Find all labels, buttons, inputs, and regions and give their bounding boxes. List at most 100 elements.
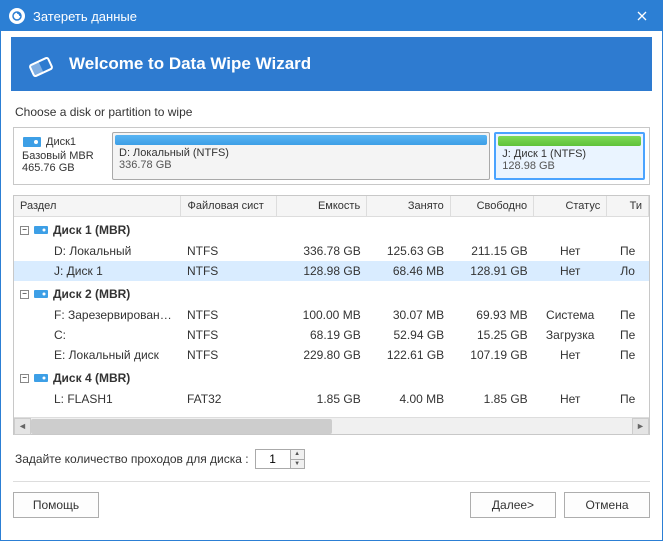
footer: Помощь Далее> Отмена [13, 481, 650, 528]
cell-capacity: 1.85 GB [277, 389, 367, 409]
partition-label: J: Диск 1 (NTFS) [498, 148, 641, 160]
cell-type: Пе [607, 345, 649, 365]
cell-free: 69.93 MB [450, 305, 533, 325]
cell-used: 68.46 MB [367, 261, 450, 281]
disk-group-row[interactable]: − Диск 2 (MBR) [14, 281, 649, 305]
close-button[interactable] [622, 1, 662, 31]
cell-free: 128.91 GB [450, 261, 533, 281]
table-header-row: Раздел Файловая сист Емкость Занято Своб… [14, 196, 649, 217]
collapse-icon[interactable]: − [20, 290, 29, 299]
partition-box[interactable]: D: Локальный (NTFS)336.78 GB [112, 132, 490, 180]
partition-row[interactable]: L: FLASH1FAT321.85 GB4.00 MB1.85 GBНетПе [14, 389, 649, 409]
cell-fs: NTFS [181, 345, 277, 365]
cell-capacity: 68.19 GB [277, 325, 367, 345]
cell-used: 122.61 GB [367, 345, 450, 365]
drive-icon [33, 224, 49, 236]
col-type[interactable]: Ти [607, 196, 649, 217]
window-title: Затереть данные [33, 9, 622, 24]
help-button[interactable]: Помощь [13, 492, 99, 518]
drive-icon [33, 288, 49, 300]
cell-label: L: FLASH1 [14, 389, 181, 409]
spin-down[interactable]: ▼ [291, 460, 304, 469]
col-used[interactable]: Занято [367, 196, 450, 217]
cell-free: 211.15 GB [450, 241, 533, 261]
partition-size: 128.98 GB [498, 160, 641, 172]
partition-row[interactable]: J: Диск 1NTFS128.98 GB68.46 MB128.91 GBН… [14, 261, 649, 281]
partition-row[interactable]: C:NTFS68.19 GB52.94 GB15.25 GBЗагрузкаПе [14, 325, 649, 345]
scroll-thumb[interactable] [31, 419, 332, 434]
cell-capacity: 336.78 GB [277, 241, 367, 261]
cell-type: Пе [607, 305, 649, 325]
partition-row[interactable]: E: Локальный дискNTFS229.80 GB122.61 GB1… [14, 345, 649, 365]
col-free[interactable]: Свободно [450, 196, 533, 217]
cell-status: Нет [534, 241, 607, 261]
cell-free: 1.85 GB [450, 389, 533, 409]
partition-box[interactable]: J: Диск 1 (NTFS)128.98 GB [494, 132, 645, 180]
collapse-icon[interactable]: − [20, 226, 29, 235]
cell-fs: NTFS [181, 241, 277, 261]
cell-used: 30.07 MB [367, 305, 450, 325]
passes-row: Задайте количество проходов для диска : … [15, 449, 648, 469]
col-status[interactable]: Статус [534, 196, 607, 217]
disk-summary: Диск1 Базовый MBR 465.76 GB [18, 132, 108, 180]
drive-icon [33, 372, 49, 384]
disk-group-label: Диск 4 (MBR) [53, 371, 130, 385]
wizard-title: Welcome to Data Wipe Wizard [69, 54, 311, 74]
spin-up[interactable]: ▲ [291, 450, 304, 460]
instruction-text: Choose a disk or partition to wipe [15, 105, 650, 119]
disk-group-label: Диск 1 (MBR) [53, 223, 130, 237]
passes-label: Задайте количество проходов для диска : [15, 452, 249, 466]
cell-label: D: Локальный [14, 241, 181, 261]
titlebar: Затереть данные [1, 1, 662, 31]
cell-status: Нет [534, 261, 607, 281]
cell-used: 52.94 GB [367, 325, 450, 345]
passes-input[interactable] [256, 450, 290, 468]
cell-label: J: Диск 1 [14, 261, 181, 281]
col-partition[interactable]: Раздел [14, 196, 181, 217]
cell-fs: NTFS [181, 261, 277, 281]
partition-row[interactable]: F: Зарезервировано си…NTFS100.00 MB30.07… [14, 305, 649, 325]
disk-group-label: Диск 2 (MBR) [53, 287, 130, 301]
scroll-right-button[interactable]: ► [632, 418, 649, 435]
cell-type: Ло [607, 261, 649, 281]
collapse-icon[interactable]: − [20, 374, 29, 383]
disk-map: Диск1 Базовый MBR 465.76 GB D: Локальный… [13, 127, 650, 185]
col-capacity[interactable]: Емкость [277, 196, 367, 217]
cell-fs: FAT32 [181, 389, 277, 409]
passes-spinner[interactable]: ▲ ▼ [255, 449, 305, 469]
usage-bar [115, 135, 487, 145]
cell-capacity: 229.80 GB [277, 345, 367, 365]
cell-label: F: Зарезервировано си… [14, 305, 181, 325]
horizontal-scrollbar[interactable]: ◄ ► [14, 417, 649, 434]
next-button[interactable]: Далее> [470, 492, 556, 518]
app-icon [9, 8, 25, 24]
usage-bar [498, 136, 641, 146]
cell-label: C: [14, 325, 181, 345]
cell-used: 125.63 GB [367, 241, 450, 261]
cell-capacity: 100.00 MB [277, 305, 367, 325]
cell-fs: NTFS [181, 305, 277, 325]
cell-type: Пе [607, 389, 649, 409]
cell-free: 15.25 GB [450, 325, 533, 345]
cell-label: E: Локальный диск [14, 345, 181, 365]
cell-status: Нет [534, 389, 607, 409]
cell-type: Пе [607, 325, 649, 345]
cell-used: 4.00 MB [367, 389, 450, 409]
scroll-track[interactable] [31, 418, 632, 435]
disk-name: Диск1 [46, 136, 76, 148]
wizard-header: Welcome to Data Wipe Wizard [11, 37, 652, 91]
cell-type: Пе [607, 241, 649, 261]
cell-status: Загрузка [534, 325, 607, 345]
cancel-button[interactable]: Отмена [564, 492, 650, 518]
partition-size: 336.78 GB [115, 159, 487, 171]
disk-group-row[interactable]: − Диск 4 (MBR) [14, 365, 649, 389]
disk-group-row[interactable]: − Диск 1 (MBR) [14, 217, 649, 242]
col-fs[interactable]: Файловая сист [181, 196, 277, 217]
scroll-left-button[interactable]: ◄ [14, 418, 31, 435]
cell-fs: NTFS [181, 325, 277, 345]
partition-row[interactable]: D: ЛокальныйNTFS336.78 GB125.63 GB211.15… [14, 241, 649, 261]
cell-status: Система [534, 305, 607, 325]
cell-capacity: 128.98 GB [277, 261, 367, 281]
eraser-icon [25, 47, 59, 81]
disk-icon [22, 134, 42, 150]
